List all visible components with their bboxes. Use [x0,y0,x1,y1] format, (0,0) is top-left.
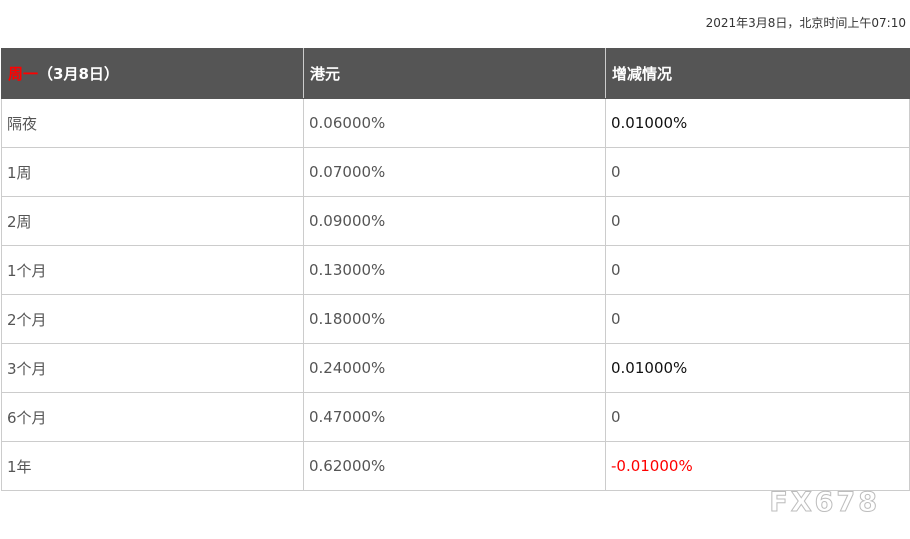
table-row: 1年 0.62000% -0.01000% [1,441,910,491]
rate-cell: 0.09000% [303,196,606,246]
term-cell: 隔夜 [1,98,304,148]
change-cell: 0 [605,392,910,442]
change-cell: 0.01000% [605,98,910,148]
table-row: 2个月 0.18000% 0 [1,294,910,344]
header-date: 周一（3月8日） [1,48,304,99]
term-cell: 1个月 [1,245,304,295]
page: 2021年3月8日，北京时间上午07:10 周一（3月8日） 港元 增减情况 隔… [0,0,910,539]
term-cell: 2周 [1,196,304,246]
table-row: 隔夜 0.06000% 0.01000% [1,98,910,148]
change-cell: 0 [605,245,910,295]
fx678-watermark: FX678 [769,487,880,519]
header-weekday: 周一 [8,65,39,83]
term-cell: 2个月 [1,294,304,344]
change-cell: 0 [605,294,910,344]
term-cell: 6个月 [1,392,304,442]
rate-cell: 0.62000% [303,441,606,491]
term-cell: 3个月 [1,343,304,393]
change-cell: 0.01000% [605,343,910,393]
header-date-text: （3月8日） [38,65,119,83]
rate-cell: 0.13000% [303,245,606,295]
rate-cell: 0.18000% [303,294,606,344]
term-cell: 1周 [1,147,304,197]
table-row: 2周 0.09000% 0 [1,196,910,246]
timestamp: 2021年3月8日，北京时间上午07:10 [705,16,906,30]
table-row: 1周 0.07000% 0 [1,147,910,197]
rate-cell: 0.24000% [303,343,606,393]
change-cell: -0.01000% [605,441,910,491]
change-cell: 0 [605,196,910,246]
rate-cell: 0.06000% [303,98,606,148]
hibor-table: 周一（3月8日） 港元 增减情况 隔夜 0.06000% 0.01000% 1周… [1,48,910,491]
table-row: 1个月 0.13000% 0 [1,245,910,295]
rate-cell: 0.47000% [303,392,606,442]
table-row: 6个月 0.47000% 0 [1,392,910,442]
rate-cell: 0.07000% [303,147,606,197]
header-change: 增减情况 [605,48,910,99]
change-cell: 0 [605,147,910,197]
term-cell: 1年 [1,441,304,491]
table-header-row: 周一（3月8日） 港元 增减情况 [1,48,910,99]
header-currency: 港元 [303,48,606,99]
table-row: 3个月 0.24000% 0.01000% [1,343,910,393]
